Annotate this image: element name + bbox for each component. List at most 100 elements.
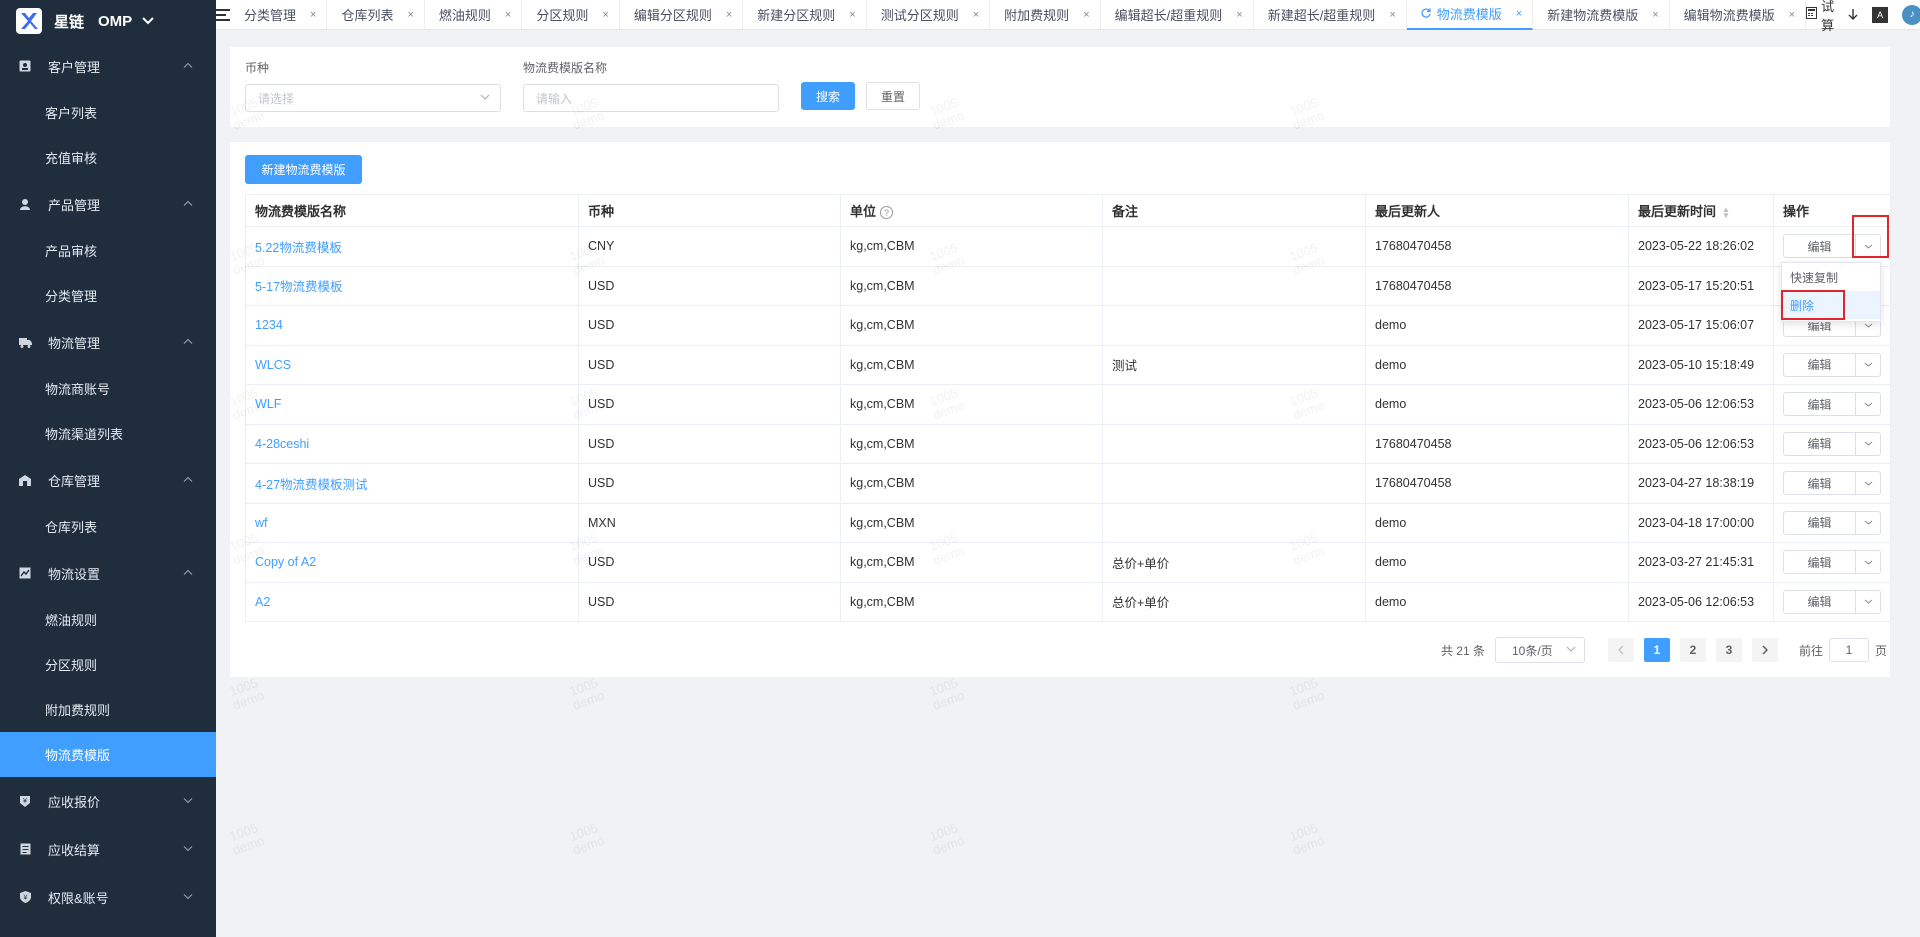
chevron-down-icon xyxy=(180,892,196,903)
reset-button[interactable]: 重置 xyxy=(866,82,920,110)
prev-page-button[interactable] xyxy=(1607,638,1634,662)
tab-9[interactable]: 新建超长/超重规则 × xyxy=(1254,0,1407,30)
more-actions-button[interactable] xyxy=(1856,472,1880,494)
close-icon[interactable]: × xyxy=(1083,9,1089,21)
sidebar-group-0[interactable]: 客户管理 xyxy=(0,42,216,90)
refresh-icon[interactable] xyxy=(1421,6,1431,21)
page-button[interactable]: 3 xyxy=(1715,638,1742,662)
sidebar-group-4[interactable]: 物流设置 xyxy=(0,549,216,597)
sidebar-item[interactable]: 产品审核 xyxy=(0,228,216,273)
sort-icon[interactable]: ▲ ▼ xyxy=(1722,205,1730,219)
tab-label: 新建物流费模版 xyxy=(1547,8,1639,23)
sidebar-item[interactable]: 客户列表 xyxy=(0,90,216,135)
hamburger-icon[interactable] xyxy=(216,0,230,30)
sidebar-group-2[interactable]: 物流管理 xyxy=(0,318,216,366)
edit-button[interactable]: 编辑 xyxy=(1784,235,1856,258)
tab-6[interactable]: 测试分区规则 × xyxy=(867,0,991,30)
cell-name[interactable]: 5.22物流费模板 xyxy=(245,226,579,267)
sidebar-group-3[interactable]: 仓库管理 xyxy=(0,456,216,504)
trial-button[interactable]: 试算 xyxy=(1806,0,1834,34)
close-icon[interactable]: × xyxy=(1389,9,1395,21)
tab-11[interactable]: 新建物流费模版 × xyxy=(1533,0,1670,30)
cell-name[interactable]: 1234 xyxy=(245,305,579,346)
question-circle-icon[interactable]: ? xyxy=(880,206,894,220)
header-name: 物流费模版名称 xyxy=(245,194,579,227)
cell-name[interactable]: 4-28ceshi xyxy=(245,423,579,464)
tab-10[interactable]: 物流费模版 × xyxy=(1406,0,1534,30)
cell-name[interactable]: A2 xyxy=(245,581,579,622)
sidebar-item[interactable]: 燃油规则 xyxy=(0,597,216,642)
close-icon[interactable]: × xyxy=(1652,9,1658,21)
brand-switcher[interactable]: 星链 OMP xyxy=(0,0,216,42)
edit-button[interactable]: 编辑 xyxy=(1784,590,1856,613)
more-actions-button[interactable] xyxy=(1856,512,1880,534)
cell-name[interactable]: WLCS xyxy=(245,344,579,385)
currency-select[interactable]: 请选择 xyxy=(245,84,501,112)
sidebar-group-1[interactable]: 产品管理 xyxy=(0,180,216,228)
close-icon[interactable]: × xyxy=(1516,8,1522,20)
close-icon[interactable]: × xyxy=(1236,9,1242,21)
edit-button[interactable]: 编辑 xyxy=(1784,511,1856,534)
search-button[interactable]: 搜索 xyxy=(801,82,855,110)
tab-3[interactable]: 分区规则 × xyxy=(522,0,620,30)
close-icon[interactable]: × xyxy=(407,9,413,21)
sidebar-item[interactable]: 分区规则 xyxy=(0,642,216,687)
page-button[interactable]: 1 xyxy=(1643,638,1670,662)
edit-button[interactable]: 编辑 xyxy=(1784,472,1856,495)
tab-0[interactable]: 分类管理 × xyxy=(230,0,328,30)
sidebar-item[interactable]: 物流商账号 xyxy=(0,366,216,411)
sidebar-group-6[interactable]: 应收结算 xyxy=(0,825,216,873)
watermark-line: demo xyxy=(570,832,607,858)
page-size-select[interactable]: 10条/页 xyxy=(1494,637,1585,663)
sidebar-item[interactable]: 分类管理 xyxy=(0,273,216,318)
watermark-line: 1005 xyxy=(227,674,260,699)
sidebar-item[interactable]: 物流费模版 xyxy=(0,732,216,777)
user-menu[interactable]: ♪ demo xyxy=(1902,4,1920,25)
more-actions-button[interactable] xyxy=(1856,551,1880,573)
close-icon[interactable]: × xyxy=(1789,9,1795,21)
cell-name[interactable]: 5-17物流费模板 xyxy=(245,265,579,306)
tab-2[interactable]: 燃油规则 × xyxy=(425,0,523,30)
header-updated-at[interactable]: 最后更新时间 ▲ ▼ xyxy=(1628,194,1774,227)
page-button[interactable]: 2 xyxy=(1679,638,1706,662)
next-page-button[interactable] xyxy=(1751,638,1778,662)
more-actions-button[interactable] xyxy=(1856,354,1880,376)
tab-12[interactable]: 编辑物流费模版 × xyxy=(1670,0,1807,30)
sidebar-group-5[interactable]: ¥ 应收报价 xyxy=(0,777,216,825)
more-actions-button[interactable] xyxy=(1856,393,1880,415)
close-icon[interactable]: × xyxy=(726,9,732,21)
cell-name[interactable]: 4-27物流费模板测试 xyxy=(245,463,579,504)
tab-4[interactable]: 编辑分区规则 × xyxy=(620,0,744,30)
close-icon[interactable]: × xyxy=(849,9,855,21)
more-actions-button[interactable] xyxy=(1856,433,1880,455)
sidebar-item[interactable]: 充值审核 xyxy=(0,135,216,180)
edit-button[interactable]: 编辑 xyxy=(1784,551,1856,574)
cell-name[interactable]: wf xyxy=(245,502,579,543)
cell-name[interactable]: Copy of A2 xyxy=(245,542,579,583)
tab-5[interactable]: 新建分区规则 × xyxy=(743,0,867,30)
sidebar-item[interactable]: 物流渠道列表 xyxy=(0,411,216,456)
goto-page-input[interactable]: 1 xyxy=(1828,638,1869,662)
more-actions-button[interactable] xyxy=(1856,591,1880,613)
tab-7[interactable]: 附加费规则 × xyxy=(990,0,1101,30)
edit-button[interactable]: 编辑 xyxy=(1784,353,1856,376)
cell-name[interactable]: WLF xyxy=(245,384,579,425)
close-icon[interactable]: × xyxy=(505,9,511,21)
sidebar-item[interactable]: 仓库列表 xyxy=(0,504,216,549)
new-template-button[interactable]: 新建物流费模版 xyxy=(245,155,362,184)
close-icon[interactable]: × xyxy=(973,9,979,21)
tab-1[interactable]: 仓库列表 × xyxy=(327,0,425,30)
cell-updater: demo xyxy=(1365,384,1629,425)
sidebar-group-7[interactable]: ¥ 权限&账号 xyxy=(0,873,216,921)
close-icon[interactable]: × xyxy=(602,9,608,21)
edit-button[interactable]: 编辑 xyxy=(1784,432,1856,455)
download-icon[interactable] xyxy=(1848,8,1858,21)
edit-button[interactable]: 编辑 xyxy=(1784,393,1856,416)
font-size-button[interactable]: A xyxy=(1872,6,1889,23)
quick-copy-item[interactable]: 快速复制 xyxy=(1782,263,1880,291)
template-name-input[interactable]: 请输入 xyxy=(523,84,779,112)
close-icon[interactable]: × xyxy=(310,9,316,21)
header-updater: 最后更新人 xyxy=(1365,194,1629,227)
sidebar-item[interactable]: 附加费规则 xyxy=(0,687,216,732)
tab-8[interactable]: 编辑超长/超重规则 × xyxy=(1101,0,1254,30)
